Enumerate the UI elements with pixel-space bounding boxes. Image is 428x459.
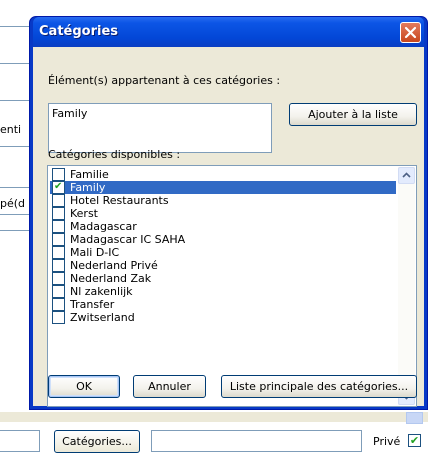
category-checkbox[interactable] (52, 246, 65, 259)
category-list-item[interactable]: Nederland Zak (50, 272, 396, 285)
category-name: Zwitserland (70, 311, 135, 324)
dialog-client-area: Élément(s) appartenant à ces catégories … (33, 47, 424, 407)
assigned-categories-field[interactable]: Family (48, 103, 272, 153)
scroll-up-button[interactable] (398, 167, 415, 184)
category-checkbox[interactable] (52, 194, 65, 207)
category-checkbox[interactable] (52, 181, 65, 194)
title-bar[interactable]: Catégories (33, 17, 424, 47)
assigned-categories-label: Élément(s) appartenant à ces catégories … (48, 74, 281, 87)
close-icon (401, 23, 420, 42)
category-checkbox[interactable] (52, 168, 65, 181)
category-checkbox[interactable] (52, 207, 65, 220)
category-list-item[interactable]: Nl zakenlijk (50, 285, 396, 298)
label-fragment: pé(d (0, 197, 26, 210)
category-name: Transfer (70, 298, 115, 311)
category-name: Nederland Privé (70, 259, 158, 272)
category-list-item[interactable]: Familie (50, 168, 396, 181)
ok-button[interactable]: OK (48, 375, 120, 398)
category-list-item[interactable]: Madagascar (50, 220, 396, 233)
available-categories-label: Catégories disponibles : (48, 148, 181, 161)
category-name: Nederland Zak (70, 272, 152, 285)
category-checkbox[interactable] (52, 259, 65, 272)
label-fragment: enti (0, 123, 22, 136)
categories-dialog: Catégories Élément(s) appartenant à ces … (29, 16, 428, 410)
category-name: Madagascar (70, 220, 137, 233)
parent-contacts-field[interactable] (0, 430, 40, 452)
category-name: Madagascar IC SAHA (70, 233, 186, 246)
category-list-item[interactable]: Mali D-IC (50, 246, 396, 259)
parent-categories-field[interactable] (151, 430, 362, 452)
category-items: FamilieFamilyHotel RestaurantsKerstMadag… (50, 168, 396, 324)
category-name: Familie (70, 168, 109, 181)
add-to-list-button[interactable]: Ajouter à la liste (289, 103, 417, 126)
category-list-item[interactable]: Zwitserland (50, 311, 396, 324)
category-checkbox[interactable] (52, 298, 65, 311)
assigned-categories-value: Family (52, 107, 88, 120)
category-checkbox[interactable] (52, 272, 65, 285)
dialog-title: Catégories (39, 24, 119, 39)
available-categories-list[interactable]: FamilieFamilyHotel RestaurantsKerstMadag… (47, 165, 417, 407)
category-checkbox[interactable] (52, 220, 65, 233)
category-list-item[interactable]: Family (50, 181, 396, 194)
master-category-list-button[interactable]: Liste principale des catégories... (221, 375, 417, 398)
parent-scroll-arrow[interactable] (406, 412, 423, 424)
parent-categories-button[interactable]: Catégories... (54, 430, 140, 453)
private-checkbox[interactable]: ✔ (408, 434, 421, 447)
category-name: Kerst (70, 207, 98, 220)
category-name: Nl zakenlijk (70, 285, 133, 298)
category-list-item[interactable]: Hotel Restaurants (50, 194, 396, 207)
cancel-button[interactable]: Annuler (133, 375, 206, 398)
category-list-item[interactable]: Transfer (50, 298, 396, 311)
category-name: Family (68, 181, 108, 194)
category-list-item[interactable]: Kerst (50, 207, 396, 220)
close-button[interactable] (400, 22, 421, 43)
list-scrollbar[interactable] (398, 167, 415, 405)
category-checkbox[interactable] (52, 233, 65, 246)
category-checkbox[interactable] (52, 311, 65, 324)
private-label: Privé (373, 435, 401, 448)
category-list-item[interactable]: Nederland Privé (50, 259, 396, 272)
category-name: Mali D-IC (70, 246, 120, 259)
category-name: Hotel Restaurants (70, 194, 169, 207)
parent-bottom-strip (0, 412, 428, 422)
category-list-item[interactable]: Madagascar IC SAHA (50, 233, 396, 246)
category-checkbox[interactable] (52, 285, 65, 298)
chevron-up-icon (399, 168, 414, 183)
